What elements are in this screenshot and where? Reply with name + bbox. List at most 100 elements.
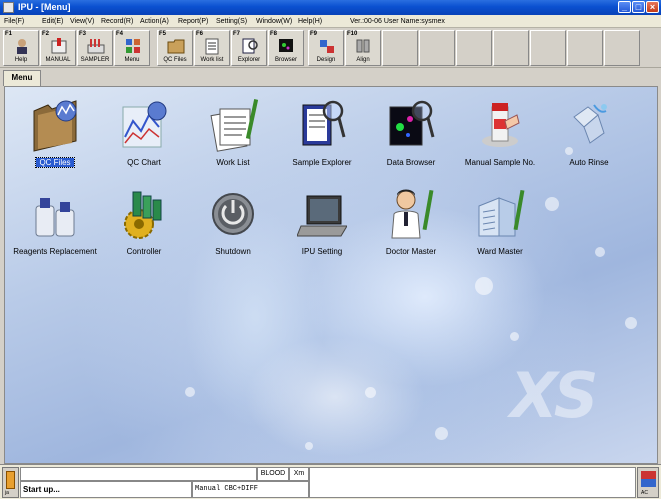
status-flag-icon[interactable]: AC <box>637 467 659 498</box>
desktop-icon-qc-files[interactable]: QC Files <box>10 91 100 173</box>
align-icon <box>356 39 370 53</box>
title-bar: IPU - [Menu] _ □ × <box>0 0 661 15</box>
desktop-icon-ipu-setting[interactable]: IPU Setting <box>277 180 367 262</box>
desktop-icon-label: Shutdown <box>215 247 251 256</box>
ward-master-icon <box>478 189 525 237</box>
desktop-icon-data-browser[interactable]: Data Browser <box>366 91 456 173</box>
desktop-icon-label: Doctor Master <box>385 247 437 256</box>
function-key-label: F7 <box>233 31 241 37</box>
status-log-area <box>309 467 636 498</box>
menu-action[interactable]: Action(A) <box>140 16 169 27</box>
menu-setting[interactable]: Setting(S) <box>216 16 247 27</box>
toolbar-empty-slot <box>530 30 566 66</box>
desktop-icon-controller[interactable]: Controller <box>99 180 189 262</box>
tab-menu[interactable]: Menu <box>3 70 41 86</box>
explorer-icon <box>242 38 258 54</box>
status-flag-label: AC <box>641 490 648 496</box>
background-bubble <box>595 247 605 257</box>
doctor-master-icon <box>391 189 434 239</box>
toolbar-design-button[interactable]: F9 Design <box>308 30 344 66</box>
background-bubble <box>305 442 313 450</box>
desktop-icon-auto-rinse[interactable]: Auto Rinse <box>544 91 634 173</box>
background-bubble <box>625 317 637 329</box>
toolbar-empty-slot <box>382 30 418 66</box>
menu-report[interactable]: Report(P) <box>178 16 208 27</box>
desktop-icon-qc-chart[interactable]: QC Chart <box>99 91 189 173</box>
desktop-icon-label: Auto Rinse <box>569 158 609 167</box>
menu-view[interactable]: View(V) <box>70 16 94 27</box>
minimize-button[interactable]: _ <box>618 1 631 13</box>
function-key-label: F1 <box>5 31 13 37</box>
browser-icon <box>279 39 293 52</box>
toolbar-sampler-button[interactable]: F3 SAMPLER <box>77 30 113 66</box>
work-list-icon <box>210 99 258 152</box>
window-title: IPU - [Menu] <box>18 2 71 12</box>
menu-file[interactable]: File(F) <box>4 16 24 27</box>
battery-icon <box>6 471 15 489</box>
toolbar-explorer-button[interactable]: F7 Explorer <box>231 30 267 66</box>
menu-help[interactable]: Help(H) <box>298 16 322 27</box>
menu-bar: File(F) Edit(E) View(V) Record(R) Action… <box>0 15 661 28</box>
desktop-icon-label: QC Chart <box>127 158 161 167</box>
desktop-icon-label: Work List <box>216 158 250 167</box>
desktop-icon-label: Reagents Replacement <box>13 247 97 256</box>
desktop-icon-label: Ward Master <box>477 247 523 256</box>
desktop-icon-ward-master[interactable]: Ward Master <box>455 180 545 262</box>
toolbar-help-button[interactable]: F1 Help <box>3 30 39 66</box>
manual-sample-no-icon <box>482 103 520 147</box>
status-tray-icon[interactable]: ja <box>2 467 19 498</box>
toolbar-browser-button[interactable]: F8 Browser <box>268 30 304 66</box>
menu-desktop: XS QC Files QC Chart Work List Sample Ex… <box>4 86 658 464</box>
toolbar-align-button[interactable]: F10 Align <box>345 30 381 66</box>
function-key-label: F3 <box>79 31 87 37</box>
status-tray-label: ja <box>5 490 9 496</box>
background-bubble <box>435 427 448 440</box>
data-browser-icon <box>389 100 435 146</box>
design-icon <box>320 40 334 53</box>
status-message <box>20 467 257 481</box>
desktop-icon-doctor-master[interactable]: Doctor Master <box>366 180 456 262</box>
desktop-icon-work-list[interactable]: Work List <box>188 91 278 173</box>
menu-window[interactable]: Window(W) <box>256 16 292 27</box>
menu-edit[interactable]: Edit(E) <box>42 16 63 27</box>
background-bubble <box>545 197 559 211</box>
desktop-icon-sample-explorer[interactable]: Sample Explorer <box>277 91 367 173</box>
sample-explorer-icon <box>302 100 346 146</box>
menu-record[interactable]: Record(R) <box>101 16 133 27</box>
toolbar-button-label: QC Files <box>163 57 187 63</box>
toolbar-qc-files-button[interactable]: F5 QC Files <box>157 30 193 66</box>
auto-rinse-icon <box>573 104 607 144</box>
background-bubble <box>365 387 376 398</box>
function-key-toolbar: F1 Help F2 MANUAL F3 SAMPLER F4 Menu F5 … <box>0 28 661 68</box>
work-list-icon <box>205 38 219 55</box>
desktop-icon-manual-sample-no[interactable]: Manual Sample No. <box>455 91 545 173</box>
status-blood: BLOOD <box>257 467 289 481</box>
help-icon <box>17 39 27 54</box>
desktop-icon-shutdown[interactable]: Shutdown <box>188 180 278 262</box>
toolbar-empty-slot <box>456 30 492 66</box>
desktop-icon-label: QC Files <box>6 157 104 168</box>
function-key-label: F4 <box>116 31 124 37</box>
maximize-button[interactable]: □ <box>632 1 645 13</box>
toolbar-button-label: MANUAL <box>45 57 71 63</box>
toolbar-manual-button[interactable]: F2 MANUAL <box>40 30 76 66</box>
desktop-icon-label: Data Browser <box>386 158 436 167</box>
desktop-icon-reagents-replacement[interactable]: Reagents Replacement <box>10 180 100 262</box>
background-bubble <box>475 277 493 295</box>
toolbar-button-label: Align <box>356 57 370 63</box>
app-icon <box>3 2 14 13</box>
toolbar-menu-button[interactable]: F4 Menu <box>114 30 150 66</box>
ipu-setting-icon <box>297 195 347 237</box>
close-button[interactable]: × <box>646 1 659 13</box>
qc-files-folder-icon <box>33 100 77 152</box>
toolbar-button-label: Browser <box>274 57 297 63</box>
toolbar-empty-slot <box>567 30 603 66</box>
desktop-icon-label: Manual Sample No. <box>464 158 536 167</box>
background-bubble <box>510 332 519 341</box>
toolbar-work-list-button[interactable]: F6 Work list <box>194 30 230 66</box>
version-user-label: Ver.:00-06 User Name:sysmex <box>350 18 445 25</box>
status-xm: Xm <box>289 467 309 481</box>
toolbar-button-label: Explorer <box>237 57 261 63</box>
shutdown-icon <box>212 193 254 235</box>
toolbar-empty-slot <box>419 30 455 66</box>
